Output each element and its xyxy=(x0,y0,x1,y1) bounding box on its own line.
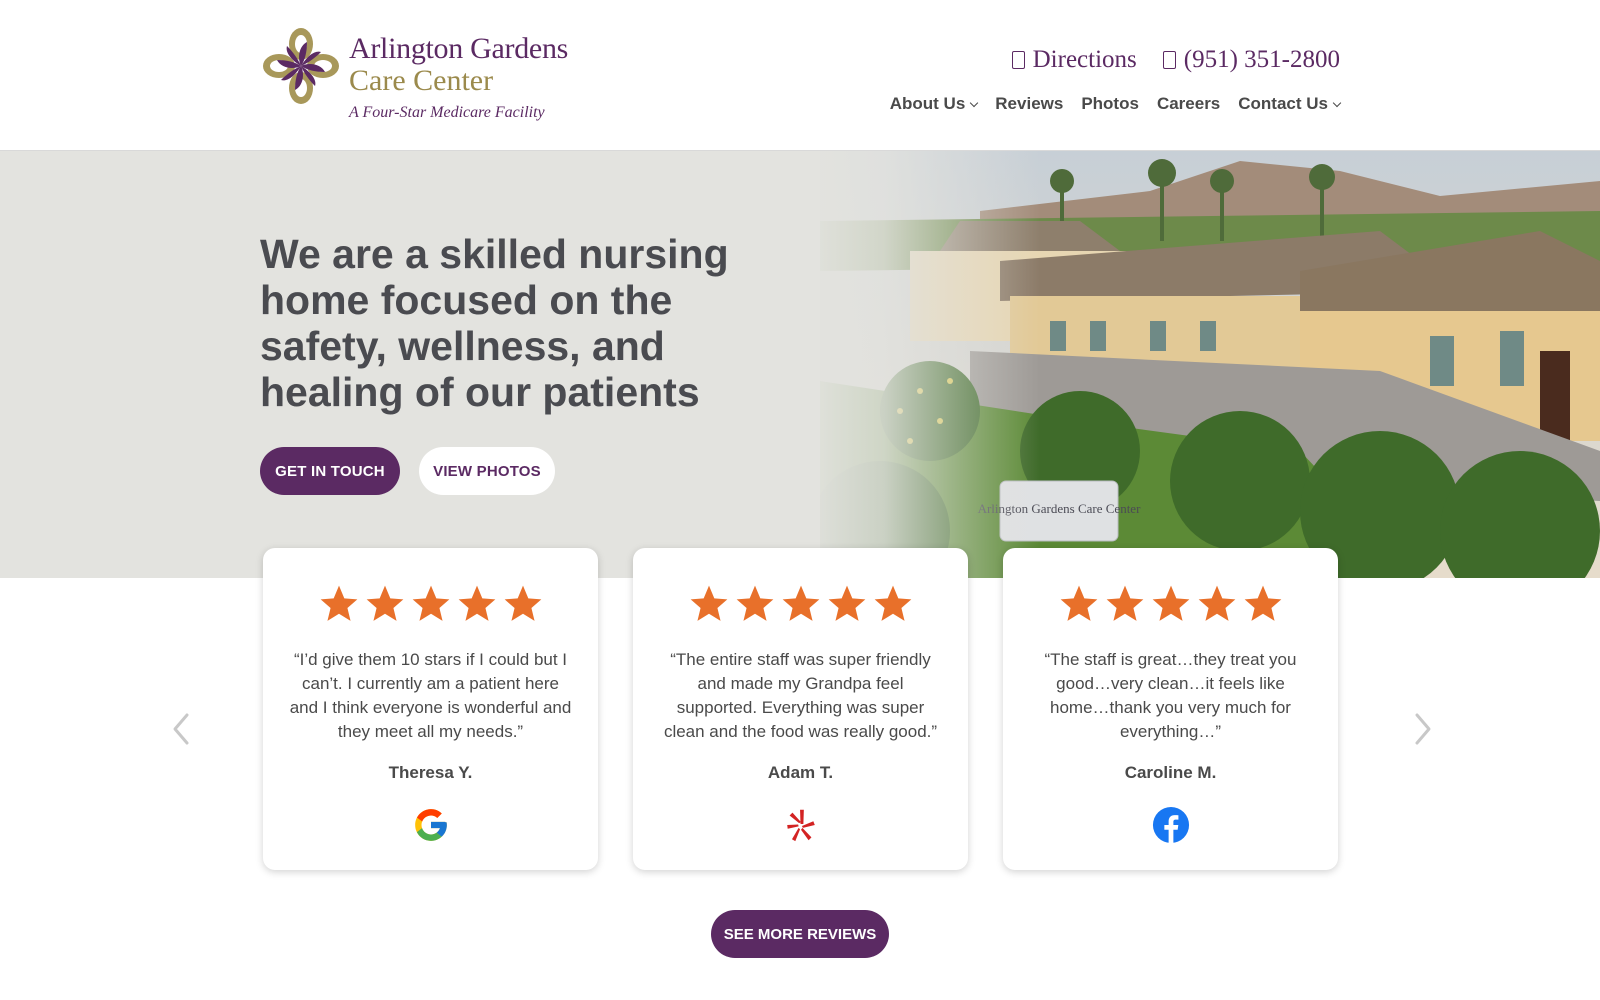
chevron-down-icon xyxy=(1332,98,1342,107)
directions-link[interactable]: Directions xyxy=(1011,46,1137,74)
site-header: Arlington Gardens Care Center A Four-Sta… xyxy=(0,0,1600,151)
map-pin-icon xyxy=(1011,51,1025,69)
see-more-reviews-button[interactable]: SEE MORE REVIEWS xyxy=(711,910,889,958)
nav-label: Photos xyxy=(1081,94,1139,113)
star-icon xyxy=(736,585,773,621)
yelp-icon[interactable] xyxy=(782,806,820,844)
hero-section: Arlington Gardens Care Center We are a s… xyxy=(0,151,1600,578)
flower-logo-icon xyxy=(263,28,339,104)
nav-reviews[interactable]: Reviews xyxy=(995,94,1063,114)
view-photos-button[interactable]: VIEW PHOTOS xyxy=(419,447,555,495)
top-contacts: Directions (951) 351-2800 xyxy=(1011,46,1340,74)
nav-photos[interactable]: Photos xyxy=(1081,94,1139,114)
review-quote: “The entire staff was super friendly and… xyxy=(663,650,938,741)
reviewer-name: Adam T. xyxy=(767,763,834,782)
reviewer-name: Theresa Y. xyxy=(388,763,473,782)
nav-label: Careers xyxy=(1156,94,1221,113)
reviewer-name: Caroline M. xyxy=(1124,763,1217,782)
star-icon xyxy=(366,585,403,621)
get-in-touch-button[interactable]: GET IN TOUCH xyxy=(260,447,400,495)
star-icon xyxy=(1198,585,1235,621)
star-icon xyxy=(1244,585,1281,621)
star-icon xyxy=(1106,585,1143,621)
star-icon xyxy=(320,585,357,621)
nav-contact-us[interactable]: Contact Us xyxy=(1238,94,1342,114)
nav-label: Contact Us xyxy=(1238,94,1328,113)
star-icon xyxy=(874,585,911,621)
chevron-right-icon[interactable] xyxy=(1412,712,1434,746)
facebook-icon[interactable] xyxy=(1152,806,1190,844)
nav-about-us[interactable]: About Us xyxy=(889,94,979,114)
star-icon xyxy=(690,585,727,621)
phone-icon xyxy=(1162,51,1176,69)
phone-link[interactable]: (951) 351-2800 xyxy=(1162,46,1340,74)
review-card: “The staff is great…they treat you good…… xyxy=(1003,548,1338,870)
star-icon xyxy=(458,585,495,621)
hero-fade xyxy=(800,151,1040,578)
review-quote: “I’d give them 10 stars if I could but I… xyxy=(289,650,572,741)
chevron-down-icon xyxy=(970,98,979,107)
star-rating xyxy=(263,582,598,626)
directions-label: Directions xyxy=(1032,46,1137,73)
nav-label: Reviews xyxy=(995,94,1064,113)
hero-heading: We are a skilled nursing home focused on… xyxy=(260,231,729,415)
star-icon xyxy=(412,585,449,621)
logo-tagline: A Four-Star Medicare Facility xyxy=(349,104,545,121)
phone-number: (951) 351-2800 xyxy=(1183,46,1340,73)
star-icon xyxy=(1152,585,1189,621)
star-rating xyxy=(633,582,968,626)
chevron-left-icon[interactable] xyxy=(170,712,192,746)
star-rating xyxy=(1003,582,1338,626)
logo-name-line2: Care Center xyxy=(349,64,494,97)
logo-name-line1: Arlington Gardens xyxy=(349,32,569,65)
star-icon xyxy=(1060,585,1097,621)
main-nav: About Us Reviews Photos Careers Contact … xyxy=(889,94,1342,114)
star-icon xyxy=(782,585,819,621)
star-icon xyxy=(828,585,865,621)
review-card: “The entire staff was super friendly and… xyxy=(633,548,968,870)
nav-label: About Us xyxy=(889,94,966,113)
nav-careers[interactable]: Careers xyxy=(1157,94,1220,114)
review-quote: “The staff is great…they treat you good…… xyxy=(1044,650,1297,741)
site-logo[interactable]: Arlington Gardens Care Center A Four-Sta… xyxy=(263,28,583,126)
review-card: “I’d give them 10 stars if I could but I… xyxy=(263,548,598,870)
star-icon xyxy=(504,585,541,621)
google-icon[interactable] xyxy=(412,806,450,844)
